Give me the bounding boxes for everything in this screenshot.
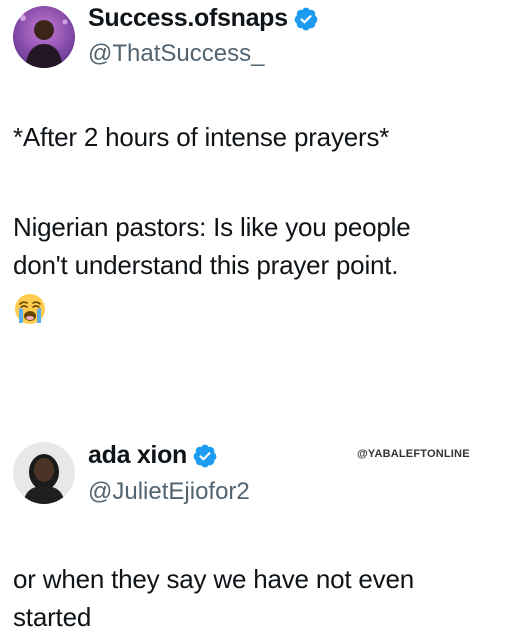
tweet-text-line: started (13, 602, 92, 632)
verified-badge-icon (192, 443, 218, 469)
tweet-text-line: Nigerian pastors: Is like you people (13, 212, 411, 242)
display-name[interactable]: ada xion (88, 441, 218, 470)
avatar[interactable] (13, 442, 75, 504)
loudly-crying-face-icon (13, 292, 47, 326)
avatar[interactable] (13, 6, 75, 68)
verified-badge-icon (293, 6, 319, 32)
display-name[interactable]: Success.ofsnaps (88, 4, 319, 33)
tweet-text-line: or when they say we have not even (13, 564, 414, 594)
handle[interactable]: @ThatSuccess_ (88, 40, 264, 68)
watermark: @YABALEFTONLINE (357, 448, 470, 460)
tweet-text-line: don't understand this prayer point. (13, 250, 399, 280)
tweet-text-line: *After 2 hours of intense prayers* (13, 122, 390, 152)
handle[interactable]: @JulietEjiofor2 (88, 478, 250, 506)
